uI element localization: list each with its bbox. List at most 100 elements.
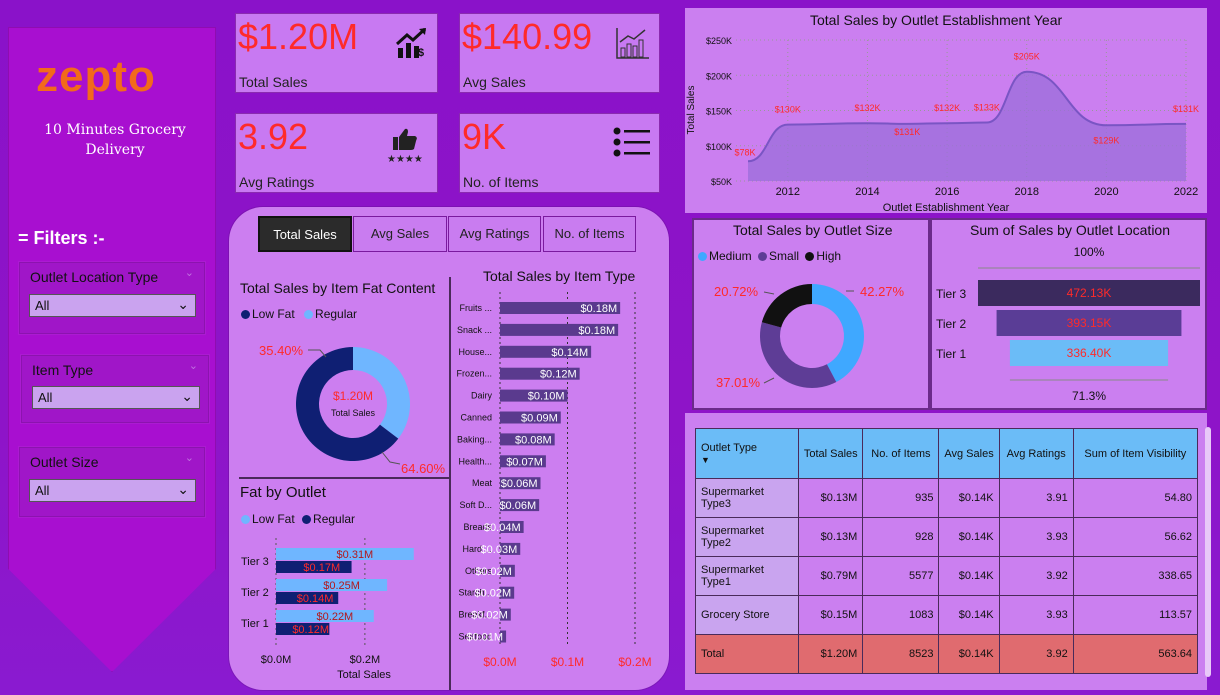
table-cell: $0.79M [798,556,864,596]
item-type-select[interactable]: All ⌄ [32,386,200,409]
data-label: $131K [1173,104,1199,114]
y-tick-label: $250K [706,36,732,46]
table-cell: 56.62 [1072,517,1199,557]
chevron-down-icon[interactable]: ⌄ [185,451,194,464]
column-header[interactable]: Total Sales [798,428,864,479]
data-label: $133K [974,102,1000,112]
kpi-label: Avg Ratings [239,174,315,190]
table-cell: Grocery Store [694,595,800,635]
size-chart-legend: Medium Small High [698,249,841,263]
table-total-row: Total $1.20M 8523 $0.14K 3.92 563.64 [694,634,1199,674]
item-type-title: Total Sales by Item Type [483,268,636,284]
table-cell: 338.65 [1072,556,1199,596]
tab-avg-ratings[interactable]: Avg Ratings [448,216,541,252]
svg-text:$: $ [418,47,424,59]
tab-avg-sales[interactable]: Avg Sales [353,216,447,252]
table-cell: $0.14K [938,478,1000,518]
column-header[interactable]: No. of Items [862,428,940,479]
small-legend-dot [758,252,768,262]
low-fat-legend-dot [241,515,250,525]
outlet-location-select[interactable]: All ⌄ [29,294,196,317]
svg-text:★★★★: ★★★★ [387,154,423,164]
data-label: $0.01M [466,632,503,644]
table-cell: $0.14K [938,517,1000,557]
leader-line [763,291,775,295]
data-label: 393.15K [1067,316,1112,330]
legend-label: Medium [709,249,752,263]
select-value: All [38,390,53,405]
sales-growth-icon: $ [395,27,427,59]
category-label: Meat [472,478,493,488]
table-cell: $0.13M [798,517,864,557]
category-label: Soft D... [459,500,492,510]
column-header[interactable]: Outlet Type ▼ [694,428,800,479]
axis-label: Total Sales [337,669,391,681]
table-cell: 3.93 [998,517,1074,557]
data-label-regular: 35.40% [259,343,304,358]
tab-no-of-items[interactable]: No. of Items [543,216,636,252]
outlet-size-select[interactable]: All ⌄ [29,479,196,502]
table-cell: $0.14K [938,556,1000,596]
category-label: Tier 2 [936,317,967,331]
tick-label: $0.1M [551,655,584,669]
x-tick-label: 2012 [776,186,800,198]
data-label: $0.22M [317,611,354,623]
category-label: Tier 1 [936,347,967,361]
data-label: $0.10M [528,391,565,403]
tick-label: $0.2M [618,655,651,669]
data-label: $130K [775,105,801,115]
tab-total-sales[interactable]: Total Sales [258,216,352,252]
regular-legend-dot [304,310,314,320]
kpi-value: $140.99 [462,16,593,57]
category-label: Snack ... [457,325,492,335]
data-label: $0.09M [521,413,558,425]
fat-content-title: Total Sales by Item Fat Content [240,280,436,296]
data-label-medium: 42.27% [860,284,905,299]
year-area-chart: $250K $200K $150K $100K $50K 2012 2014 2016 2018… [686,36,1199,214]
table-scrollbar[interactable] [1205,427,1211,677]
donut-center-value: $1.20M [333,389,373,403]
data-label: $0.12M [292,624,329,636]
donut-slice-small [760,322,837,388]
kpi-value: 3.92 [238,116,309,157]
chevron-down-icon[interactable]: ⌄ [185,266,194,279]
column-header[interactable]: Avg Ratings [998,428,1074,479]
category-label: Baking... [457,434,492,444]
table-cell: Total [694,634,800,674]
table-cell: 3.91 [998,478,1074,518]
category-label: Frozen... [456,369,492,379]
data-label: $0.14M [297,593,334,605]
funnel-top-label: 100% [1074,245,1105,259]
data-label: $0.18M [578,325,615,337]
data-label-low-fat: 64.60% [401,461,446,476]
data-label: $131K [894,127,920,137]
x-tick-label: 2016 [935,186,959,198]
table-cell: $0.14K [938,634,1000,674]
table-cell: 1083 [862,595,940,635]
legend-label: Small [769,249,800,263]
table-cell: $1.20M [798,634,864,674]
column-header[interactable]: Sum of Item Visibility [1072,428,1199,479]
data-label: $0.06M [499,500,536,512]
data-label: $0.17M [303,562,340,574]
data-label: $0.12M [540,369,577,381]
filter-label: Outlet Size [30,454,99,470]
y-tick-label: $50K [711,177,732,187]
table-cell: 928 [862,517,940,557]
fat-content-legend: Low Fat Regular [241,307,357,321]
regular-legend-dot [302,515,312,525]
filter-outlet-location: Outlet Location Type ⌄ All ⌄ [19,262,205,334]
chevron-down-icon[interactable]: ⌄ [189,359,198,372]
table-header-row: Outlet Type ▼ Total Sales No. of Items Av… [694,428,1199,479]
area-fill [748,71,1186,181]
category-label: House... [458,347,492,357]
column-header[interactable]: Avg Sales [938,428,1000,479]
size-chart-title: Total Sales by Outlet Size [733,222,893,238]
kpi-value: 9K [462,116,507,157]
dropdown-arrow-icon: ⌄ [177,296,189,312]
table-cell: $0.13M [798,478,864,518]
y-tick-label: $200K [706,71,732,81]
brand-tagline: 10 Minutes Grocery Delivery [44,122,186,158]
data-label: $0.18M [580,303,617,315]
table-cell: 113.57 [1072,595,1199,635]
